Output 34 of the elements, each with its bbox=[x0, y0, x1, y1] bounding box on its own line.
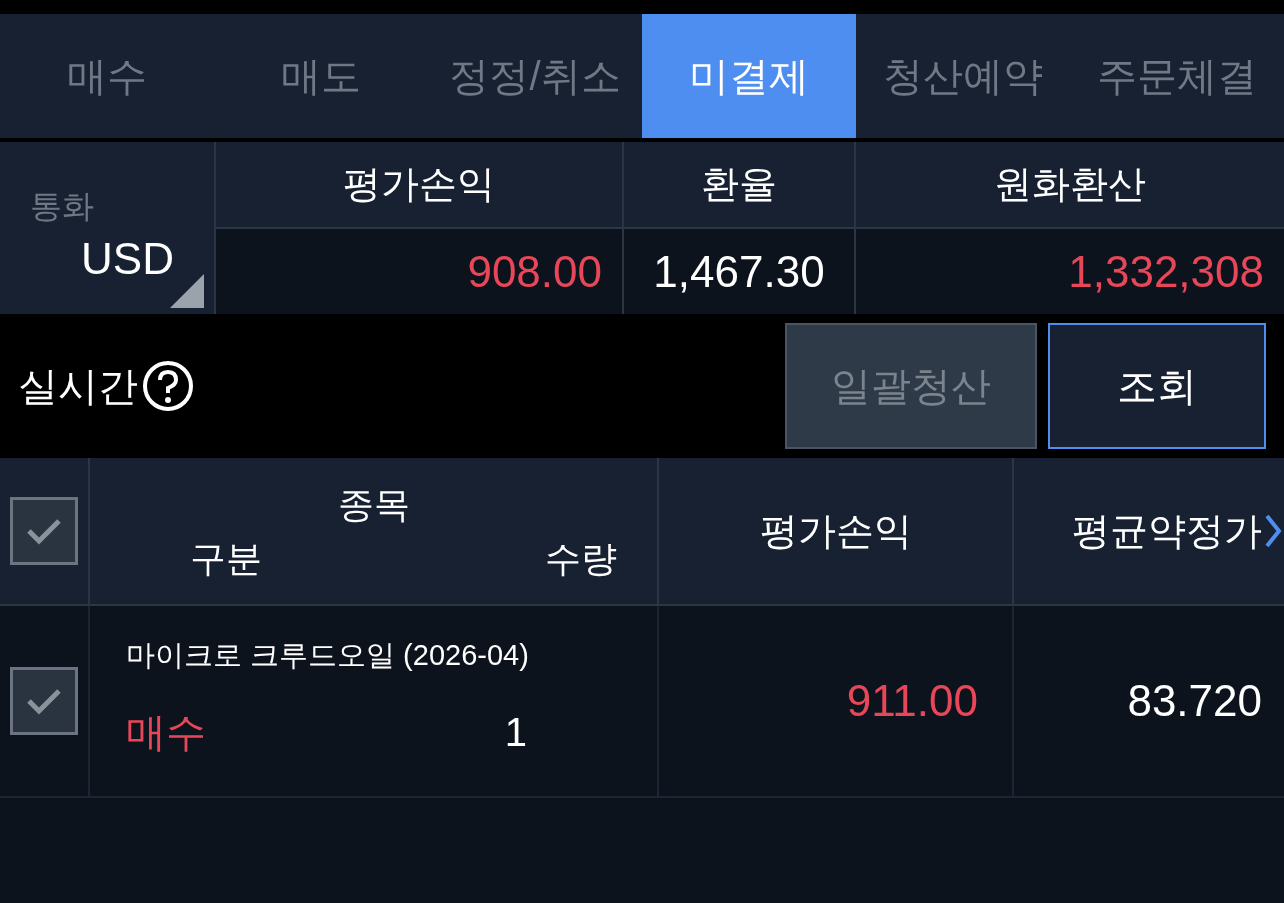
avg-price-value: 83.720 bbox=[1014, 606, 1284, 796]
currency-selector[interactable]: 통화 USD bbox=[0, 142, 214, 314]
tab[interactable]: 주문체결 bbox=[1070, 14, 1284, 138]
column-header: 평가손익 bbox=[659, 458, 1012, 604]
column-header: 원화환산 bbox=[856, 142, 1284, 227]
help-icon[interactable] bbox=[142, 360, 194, 412]
realtime-label: 실시간 bbox=[18, 363, 138, 410]
checkbox[interactable] bbox=[10, 667, 78, 735]
tab[interactable]: 매수 bbox=[0, 14, 214, 138]
column-header: 종목 bbox=[337, 483, 410, 527]
currency-label: 통화 bbox=[30, 187, 95, 226]
summary-value: 1,332,308 bbox=[1068, 245, 1264, 298]
column-header: 수량 bbox=[545, 537, 617, 581]
summary-value: 908.00 bbox=[467, 245, 602, 298]
column-header: 평가손익 bbox=[216, 142, 622, 227]
column-header: 환율 bbox=[624, 142, 854, 227]
check-icon bbox=[26, 517, 62, 545]
column-header: 평균약정가 bbox=[1072, 508, 1262, 554]
pnl-value: 911.00 bbox=[846, 675, 978, 727]
quantity: 1 bbox=[504, 708, 527, 756]
tab[interactable]: 청산예약 bbox=[856, 14, 1070, 138]
currency-value: USD bbox=[81, 233, 175, 285]
check-icon bbox=[26, 687, 62, 715]
column-header: 구분 bbox=[190, 537, 262, 581]
action-button[interactable]: 조회 bbox=[1048, 323, 1266, 449]
order-side: 매수 bbox=[126, 708, 206, 756]
checkbox[interactable] bbox=[10, 497, 78, 565]
corner-triangle-icon bbox=[170, 274, 204, 308]
tab[interactable]: 미결제 bbox=[642, 14, 856, 138]
instrument-name: 마이크로 크루드오일 (2026-04) bbox=[126, 638, 527, 673]
chevron-right-icon[interactable] bbox=[1264, 513, 1282, 549]
summary-value: 1,467.30 bbox=[653, 245, 825, 298]
tab[interactable]: 매도 bbox=[214, 14, 428, 138]
tab[interactable]: 정정/취소 bbox=[428, 14, 642, 138]
